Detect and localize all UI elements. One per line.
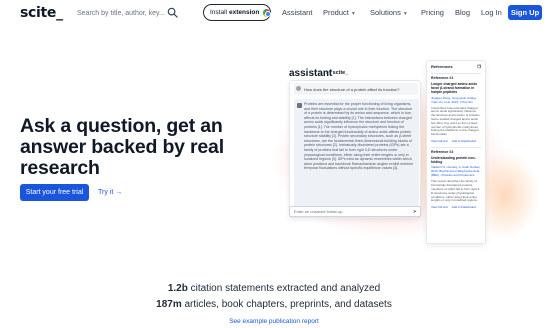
- install-extension-button[interactable]: Install extension: [203, 4, 271, 21]
- references-header: References ❐: [431, 64, 481, 69]
- reference-label: Reference #1: [431, 76, 454, 80]
- scite-logo[interactable]: scite_: [20, 5, 63, 21]
- example-report-link[interactable]: See example publication report: [0, 318, 548, 325]
- stat-articles-number: 187m: [156, 299, 182, 310]
- follow-up-input[interactable]: Enter an unsaved follow-up ➤: [289, 206, 421, 217]
- add-to-dashboard-link[interactable]: Add to Dashboard: [452, 205, 476, 209]
- copy-icon[interactable]: ❐: [477, 64, 481, 69]
- search-icon[interactable]: [167, 7, 178, 18]
- divider: [431, 73, 481, 74]
- user-question: How does the structure of a protein affe…: [294, 83, 418, 95]
- stat-citations: 1.2b citation statements extracted and a…: [0, 283, 548, 294]
- answer-text: Proteins are essential for the proper fu…: [304, 102, 414, 171]
- stat-articles: 187m articles, book chapters, preprints,…: [0, 299, 548, 310]
- user-avatar-icon: [296, 86, 301, 91]
- stat-citations-text: citation statements extracted and analyz…: [187, 283, 381, 294]
- references-heading: References: [431, 64, 453, 69]
- follow-up-placeholder: Enter an unsaved follow-up: [294, 209, 343, 214]
- byline-by: by: [326, 70, 332, 76]
- assistant-byline: by scite_: [326, 70, 348, 76]
- reference-links: View full text Add to Dashboard: [431, 205, 481, 209]
- divider: [431, 146, 481, 148]
- references-panel: References ❐ Reference #1 Longer charged…: [426, 60, 486, 244]
- install-label-bold: extension: [228, 9, 260, 16]
- stat-articles-text: articles, book chapters, preprints, and …: [181, 299, 392, 310]
- view-full-text-link[interactable]: View full text: [431, 205, 448, 209]
- chevron-down-icon: ▼: [350, 11, 356, 17]
- start-free-trial-button[interactable]: Start your free trial: [20, 184, 89, 201]
- nav-login[interactable]: Log In: [481, 8, 502, 17]
- reference-snippet: This review describes the family of intr…: [431, 179, 481, 203]
- assistant-answer: Proteins are essential for the proper fu…: [294, 99, 419, 215]
- nav-assistant[interactable]: Assistant: [282, 8, 312, 17]
- add-to-dashboard-link[interactable]: Add to Dashboard: [452, 139, 476, 143]
- assistant-avatar-icon: [297, 103, 302, 108]
- reference-meta[interactable]: Vladimir N. Uversky, A. Keith Dunker, 20…: [431, 165, 481, 177]
- send-icon[interactable]: ➤: [413, 209, 417, 215]
- nav-product-label: Product: [323, 8, 349, 17]
- reference-title[interactable]: Longer charged amino acids favor β-stran…: [431, 82, 481, 95]
- chrome-icon: [263, 8, 271, 17]
- nav-solutions[interactable]: Solutions ▼: [370, 8, 408, 17]
- install-label: Install: [210, 9, 227, 16]
- try-it-link[interactable]: Try it →: [98, 189, 122, 196]
- byline-brand: scite_: [332, 70, 349, 76]
- assistant-chat-panel: How does the structure of a protein affe…: [289, 80, 421, 218]
- search-input[interactable]: Search by title, author, key...: [77, 10, 165, 17]
- sign-up-button[interactable]: Sign Up: [508, 5, 542, 20]
- reference-meta[interactable]: Jingwen Dung, Yeng Hsun Chang, Yuan Hu, …: [431, 96, 481, 104]
- question-text: How does the structure of a protein affe…: [304, 86, 400, 92]
- stat-citations-number: 1.2b: [167, 283, 188, 294]
- chevron-down-icon: ▼: [402, 11, 408, 17]
- search-bar[interactable]: Search by title, author, key...: [77, 6, 178, 20]
- reference-label: Reference #2: [431, 149, 454, 154]
- top-nav: scite_ Search by title, author, key... I…: [0, 0, 548, 26]
- nav-solutions-label: Solutions: [370, 8, 401, 17]
- nav-pricing[interactable]: Pricing: [421, 8, 444, 17]
- reference-title[interactable]: Understanding protein non-folding: [431, 156, 481, 164]
- view-full-text-link[interactable]: View full text: [431, 139, 448, 143]
- hero-title: Ask a question, get an answer backed by …: [20, 115, 224, 179]
- reference-snippet: It describes how extended charged amino …: [431, 105, 481, 137]
- reference-links: View full text Add to Dashboard: [431, 139, 481, 143]
- nav-blog[interactable]: Blog: [455, 8, 470, 17]
- nav-product[interactable]: Product ▼: [323, 8, 356, 17]
